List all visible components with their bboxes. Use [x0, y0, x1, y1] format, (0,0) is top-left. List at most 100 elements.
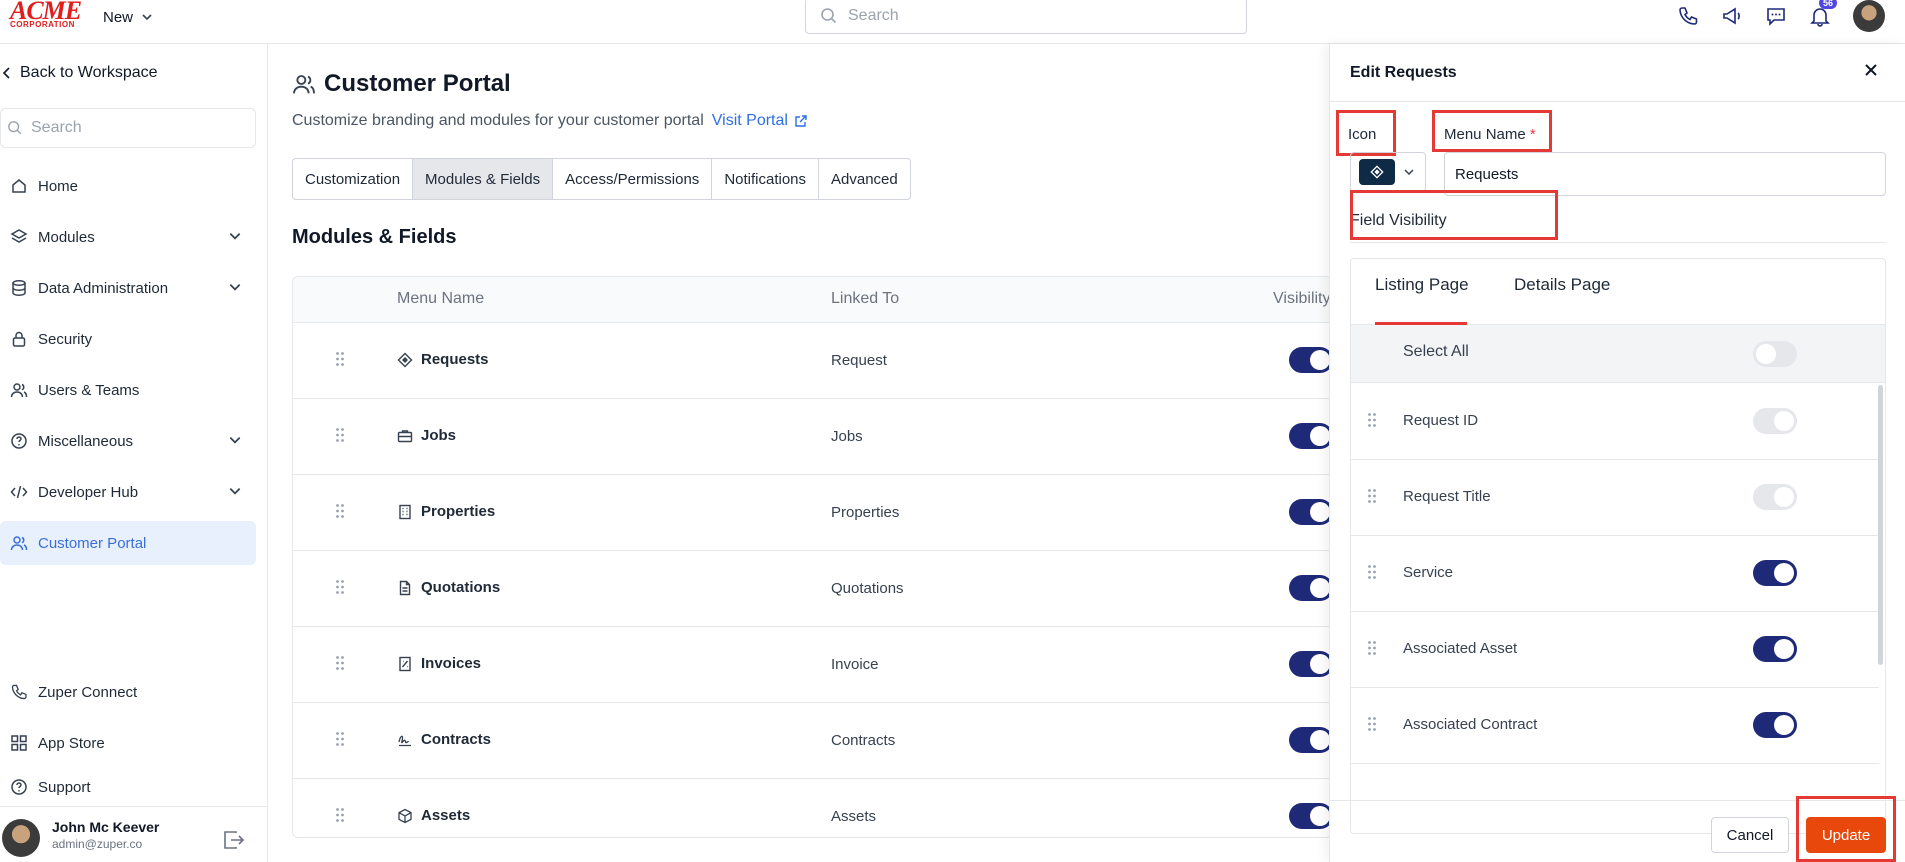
table-row: Invoices Invoice: [293, 627, 1331, 703]
top-bar: ACME CORPORATION New Search 56: [0, 0, 1905, 44]
sidebar-search-input[interactable]: Search: [0, 108, 256, 148]
scrollbar[interactable]: [1878, 385, 1883, 665]
drag-handle-icon[interactable]: [335, 351, 345, 367]
new-label: New: [103, 8, 134, 26]
icon-picker-dropdown[interactable]: [1350, 152, 1426, 192]
visibility-toggle[interactable]: [1289, 803, 1331, 829]
drag-handle-icon[interactable]: [335, 579, 345, 595]
sidebar-item-customer-portal[interactable]: Customer Portal: [0, 521, 256, 565]
row-menu-name: Contracts: [397, 731, 491, 748]
sidebar-item-app-store[interactable]: App Store: [0, 721, 256, 765]
visibility-toggle[interactable]: [1289, 727, 1331, 753]
field-name: Associated Contract: [1403, 716, 1538, 733]
user-name: John Mc Keever: [52, 819, 160, 835]
sidebar-search-placeholder: Search: [31, 119, 82, 136]
sidebar-item-label: Miscellaneous: [38, 432, 134, 450]
global-search-input[interactable]: Search: [805, 0, 1247, 34]
top-actions: 56: [1677, 0, 1885, 32]
divider: [1350, 242, 1886, 243]
user-avatar[interactable]: [1853, 0, 1885, 32]
cancel-button[interactable]: Cancel: [1711, 817, 1789, 853]
tab-details-page[interactable]: Details Page: [1514, 275, 1610, 295]
tab-advanced[interactable]: Advanced: [819, 159, 910, 199]
row-menu-name: Jobs: [397, 427, 456, 444]
sidebar-item-modules[interactable]: Modules: [0, 215, 256, 259]
row-menu-name: Quotations: [397, 579, 500, 596]
field-visibility-toggle[interactable]: [1753, 560, 1797, 586]
user-profile[interactable]: John Mc Keever admin@zuper.co: [0, 806, 268, 862]
home-icon: [12, 179, 26, 193]
drag-handle-icon[interactable]: [1367, 640, 1377, 656]
document-icon: [399, 580, 411, 595]
sidebar-item-label: Zuper Connect: [38, 683, 138, 701]
visibility-toggle[interactable]: [1289, 499, 1331, 525]
tab-listing-page[interactable]: Listing Page: [1375, 275, 1469, 295]
row-linked-to: Assets: [831, 808, 877, 825]
visibility-toggle[interactable]: [1289, 651, 1331, 677]
diamond-icon: [1370, 165, 1384, 179]
company-logo[interactable]: ACME CORPORATION: [10, 0, 82, 30]
sidebar-item-users-teams[interactable]: Users & Teams: [0, 368, 256, 412]
drag-handle-icon[interactable]: [335, 807, 345, 823]
field-row: Associated Asset: [1351, 612, 1879, 688]
page-subtitle-text: Customize branding and modules for your …: [292, 112, 704, 129]
back-label: Back to Workspace: [20, 64, 158, 81]
sidebar-item-support[interactable]: Support: [0, 765, 256, 809]
row-linked-to: Request: [831, 352, 887, 369]
logout-icon[interactable]: [222, 829, 246, 851]
notification-badge: 56: [1818, 0, 1837, 9]
visibility-toggle[interactable]: [1289, 575, 1331, 601]
tab-notifications[interactable]: Notifications: [712, 159, 820, 199]
chevron-down-icon: [142, 14, 152, 21]
row-label: Properties: [421, 503, 496, 520]
table-row: Quotations Quotations: [293, 551, 1331, 627]
drag-handle-icon[interactable]: [1367, 412, 1377, 428]
bell-icon[interactable]: 56: [1809, 0, 1837, 27]
row-label: Quotations: [421, 579, 501, 596]
field-name: Request ID: [1403, 412, 1479, 429]
icon-label: Icon: [1348, 126, 1377, 143]
drag-handle-icon[interactable]: [1367, 716, 1377, 732]
selected-icon: [1359, 159, 1395, 185]
tab-modules-fields[interactable]: Modules & Fields: [413, 159, 554, 199]
row-linked-to: Quotations: [831, 580, 904, 597]
field-visibility-toggle[interactable]: [1753, 636, 1797, 662]
sidebar-item-home[interactable]: Home: [0, 164, 256, 208]
table-row: Properties Properties: [293, 475, 1331, 551]
sidebar-item-zuper-connect[interactable]: Zuper Connect: [0, 670, 256, 714]
sidebar-item-miscellaneous[interactable]: Miscellaneous: [0, 419, 256, 463]
visit-portal-link[interactable]: Visit Portal: [712, 112, 808, 130]
megaphone-icon[interactable]: [1721, 5, 1743, 27]
required-asterisk: *: [1529, 126, 1536, 143]
column-menu-name: Menu Name: [397, 290, 485, 307]
drag-handle-icon[interactable]: [335, 427, 345, 443]
close-icon[interactable]: [1863, 62, 1879, 78]
visibility-toggle[interactable]: [1289, 347, 1331, 373]
sidebar-item-developer-hub[interactable]: Developer Hub: [0, 470, 256, 514]
tab-customization[interactable]: Customization: [293, 159, 414, 199]
sidebar-item-security[interactable]: Security: [0, 317, 256, 361]
tab-access-permissions[interactable]: Access/Permissions: [553, 159, 713, 199]
sidebar-item-label: Support: [38, 778, 91, 796]
drag-handle-icon[interactable]: [335, 731, 345, 747]
cube-icon: [398, 808, 412, 823]
row-label: Requests: [421, 351, 489, 368]
new-menu-button[interactable]: New: [103, 6, 153, 28]
building-icon: [399, 504, 411, 519]
sidebar-item-label: Customer Portal: [38, 534, 147, 552]
drag-handle-icon[interactable]: [335, 503, 345, 519]
drag-handle-icon[interactable]: [335, 655, 345, 671]
users-icon: [10, 536, 28, 551]
phone-icon[interactable]: [1677, 5, 1699, 27]
drag-handle-icon[interactable]: [1367, 488, 1377, 504]
chat-icon[interactable]: [1765, 5, 1787, 27]
table-row: Requests Request: [293, 323, 1331, 399]
visibility-toggle[interactable]: [1289, 423, 1331, 449]
back-to-workspace-link[interactable]: Back to Workspace: [0, 64, 158, 82]
sidebar-item-data-administration[interactable]: Data Administration: [0, 266, 256, 310]
drag-handle-icon[interactable]: [1367, 564, 1377, 580]
edit-requests-panel: Edit Requests Icon Menu Name * Field Vis…: [1329, 44, 1905, 862]
select-all-toggle[interactable]: [1753, 341, 1797, 367]
row-menu-name: Assets: [397, 807, 470, 824]
field-visibility-toggle[interactable]: [1753, 712, 1797, 738]
